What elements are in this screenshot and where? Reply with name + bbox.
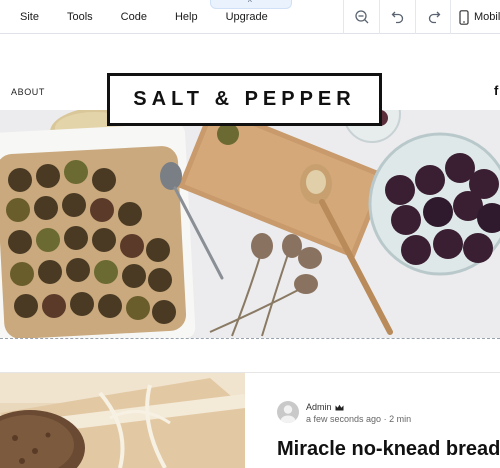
editor-tools	[343, 0, 451, 34]
chevron-up-icon: ^	[248, 0, 252, 7]
editor-top-bar: Site Tools Code Help Upgrade ^ Mobil	[0, 0, 500, 34]
device-label: Mobile	[474, 11, 500, 23]
menu-code[interactable]: Code	[121, 11, 147, 23]
menu-tools[interactable]: Tools	[67, 11, 93, 23]
hero-image	[0, 110, 500, 338]
menu-upgrade[interactable]: Upgrade	[226, 11, 268, 23]
menu-help[interactable]: Help	[175, 11, 198, 23]
nav-about-link[interactable]: ABOUT	[11, 87, 45, 97]
redo-button[interactable]	[415, 0, 451, 34]
post-title[interactable]: Miracle no-knead bread	[277, 438, 500, 461]
redo-icon	[428, 11, 440, 24]
author-name[interactable]: Admin	[306, 402, 332, 412]
author-avatar[interactable]	[277, 401, 299, 423]
zoom-out-button[interactable]	[343, 0, 379, 34]
section-guide-line	[0, 338, 500, 339]
mobile-phone-icon	[459, 9, 469, 25]
post-read-time: 2 min	[389, 414, 412, 424]
post-meta: a few seconds ago · 2 min	[306, 414, 411, 424]
undo-icon	[391, 11, 403, 24]
user-icon	[280, 405, 296, 423]
bread-photo-illustration	[0, 373, 245, 468]
undo-button[interactable]	[379, 0, 415, 34]
post-time: a few seconds ago	[306, 414, 382, 424]
post-cover-image[interactable]	[0, 373, 245, 468]
menu-site[interactable]: Site	[20, 11, 39, 23]
zoom-out-icon	[354, 10, 368, 24]
device-switcher[interactable]: Mobile	[450, 0, 500, 34]
facebook-icon[interactable]: f	[494, 83, 498, 98]
post-author: Admin	[306, 402, 344, 412]
site-logo[interactable]: SALT & PEPPER	[107, 73, 382, 126]
site-logo-text: SALT & PEPPER	[133, 88, 356, 110]
collapse-toolbar-tab[interactable]: ^	[210, 0, 292, 9]
crown-icon	[335, 404, 344, 410]
meta-separator: ·	[383, 414, 387, 424]
food-photo-illustration	[0, 110, 500, 338]
